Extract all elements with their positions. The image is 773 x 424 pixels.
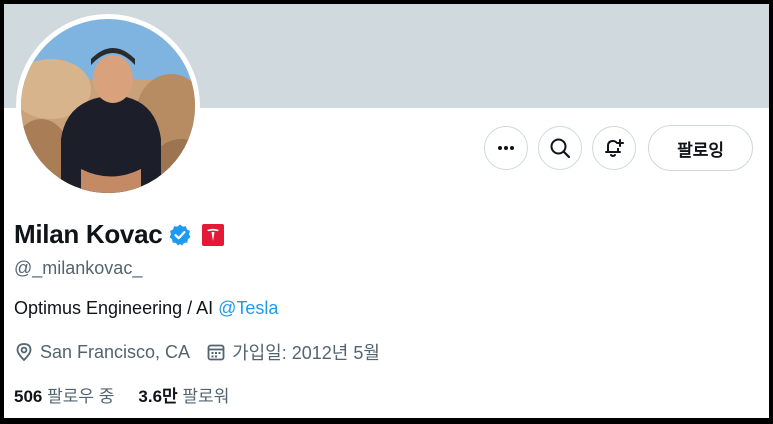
search-icon	[550, 138, 571, 159]
search-button[interactable]	[538, 126, 583, 170]
verified-badge-icon[interactable]	[168, 223, 192, 247]
profile-actions: 팔로잉	[484, 125, 753, 171]
bio-text: Optimus Engineering / AI	[14, 298, 219, 318]
joined-item: 가입일: 2012년 5월	[206, 339, 380, 365]
avatar[interactable]	[16, 14, 200, 198]
joined-date-text: 가입일: 2012년 5월	[232, 343, 380, 363]
profile-card: 팔로잉 Milan Kovac @_milankovac_ Optimus En…	[4, 4, 769, 418]
followers-count: 3.6만	[138, 387, 178, 406]
name-row: Milan Kovac	[14, 219, 225, 250]
following-label: 팔로우 중	[47, 387, 115, 406]
tesla-affiliate-icon[interactable]	[202, 223, 225, 246]
more-button[interactable]	[484, 126, 529, 170]
display-name: Milan Kovac	[14, 219, 163, 249]
notification-add-icon	[605, 139, 625, 157]
location-item: San Francisco, CA	[14, 342, 190, 363]
following-stat[interactable]: 506 팔로우 중	[14, 382, 114, 407]
location-pin-icon	[16, 343, 32, 362]
notification-button[interactable]	[592, 126, 637, 170]
location-text: San Francisco, CA	[40, 341, 191, 362]
profile-meta: San Francisco, CA 가입일: 2012년 5월	[14, 339, 396, 365]
bio: Optimus Engineering / AI @Tesla	[14, 298, 278, 319]
calendar-icon	[207, 344, 225, 361]
avatar-photo	[21, 19, 195, 193]
followers-label: 팔로워	[182, 387, 230, 406]
bio-mention-link[interactable]: @Tesla	[218, 298, 278, 318]
more-icon	[498, 146, 515, 150]
followers-stat[interactable]: 3.6만 팔로워	[138, 382, 229, 407]
user-handle: @_milankovac_	[14, 258, 143, 278]
following-count: 506	[14, 387, 43, 406]
follow-stats: 506 팔로우 중 3.6만 팔로워	[14, 382, 253, 407]
following-button[interactable]: 팔로잉	[648, 125, 753, 171]
